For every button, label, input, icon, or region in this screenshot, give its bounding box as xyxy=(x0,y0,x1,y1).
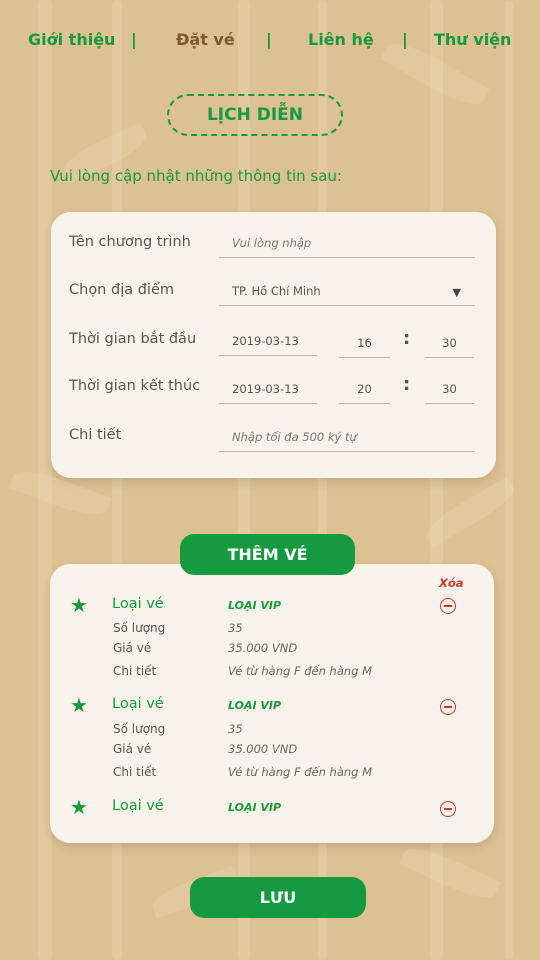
ticket-qty-label: Số lượng xyxy=(113,722,166,736)
start-minute-input[interactable]: 30 xyxy=(425,334,474,358)
end-minute-input[interactable]: 30 xyxy=(425,380,474,404)
nav-separator: | xyxy=(131,30,137,49)
location-label: Chọn địa điểm xyxy=(69,282,174,298)
nav-item-lien-he[interactable]: Liên hệ xyxy=(308,30,374,49)
ticket-type-label: Loại vé xyxy=(112,596,164,612)
star-icon: ★ xyxy=(70,795,88,819)
ticket-type-value: LOẠI VIP xyxy=(228,801,282,814)
start-time-label: Thời gian bắt đầu xyxy=(69,331,197,347)
ticket-price-value: 35.000 VND xyxy=(228,641,298,655)
time-colon: : xyxy=(403,374,411,395)
location-value: TP. Hồ Chí Minh xyxy=(232,284,321,298)
program-name-label: Tên chương trình xyxy=(69,234,191,250)
ticket-type-value: LOẠI VIP xyxy=(228,599,282,612)
instruction-text: Vui lòng cập nhật những thông tin sau: xyxy=(50,167,342,185)
nav-item-gioi-thieu[interactable]: Giới thiệu xyxy=(28,30,115,49)
location-select[interactable]: TP. Hồ Chí Minh ▼ xyxy=(219,282,475,306)
time-colon: : xyxy=(403,328,411,349)
delete-column-header: Xóa xyxy=(439,576,464,590)
start-hour-input[interactable]: 16 xyxy=(339,334,390,358)
star-icon: ★ xyxy=(70,693,88,717)
dropdown-arrow-icon: ▼ xyxy=(452,286,461,299)
top-nav: Giới thiệu | Đặt vé | Liên hệ | Thư viện xyxy=(0,30,540,56)
ticket-price-value: 35.000 VND xyxy=(228,742,298,756)
nav-item-dat-ve[interactable]: Đặt vé xyxy=(176,30,235,49)
ticket-price-label: Giá vé xyxy=(113,742,152,756)
ticket-detail-value: Vé từ hàng F đến hàng M xyxy=(228,765,373,779)
save-button[interactable]: LƯU xyxy=(190,877,366,918)
delete-ticket-icon[interactable] xyxy=(440,801,456,817)
ticket-qty-value: 35 xyxy=(228,722,243,736)
star-icon: ★ xyxy=(70,593,88,617)
ticket-type-label: Loại vé xyxy=(112,696,164,712)
ticket-price-label: Giá vé xyxy=(113,641,152,655)
ticket-type-label: Loại vé xyxy=(112,798,164,814)
ticket-qty-value: 35 xyxy=(228,621,243,635)
ticket-detail-value: Vé từ hàng F đến hàng M xyxy=(228,664,373,678)
end-date-input[interactable]: 2019-03-13 xyxy=(219,380,317,404)
end-hour-input[interactable]: 20 xyxy=(339,380,390,404)
start-date-input[interactable]: 2019-03-13 xyxy=(219,332,317,356)
delete-ticket-icon[interactable] xyxy=(440,699,456,715)
add-ticket-button[interactable]: THÊM VÉ xyxy=(180,534,355,575)
delete-ticket-icon[interactable] xyxy=(440,598,456,614)
end-time-label: Thời gian kết thúc xyxy=(69,378,201,394)
detail-input[interactable]: Nhập tối đa 500 ký tự xyxy=(219,428,475,452)
ticket-list: Xóa ★ Loại vé LOẠI VIP Số lượng 35 Giá v… xyxy=(50,564,494,843)
ticket-qty-label: Số lượng xyxy=(113,621,166,635)
show-form: Tên chương trình Vui lòng nhập Chọn địa … xyxy=(51,212,496,478)
ticket-detail-label: Chi tiết xyxy=(113,664,157,678)
detail-label: Chi tiết xyxy=(69,427,122,443)
program-name-input[interactable]: Vui lòng nhập xyxy=(219,234,475,258)
nav-separator: | xyxy=(402,30,408,49)
nav-separator: | xyxy=(266,30,272,49)
nav-item-thu-vien[interactable]: Thư viện xyxy=(434,30,511,49)
ticket-type-value: LOẠI VIP xyxy=(228,699,282,712)
ticket-detail-label: Chi tiết xyxy=(113,765,157,779)
page-title: LỊCH DIỄN xyxy=(167,94,343,136)
